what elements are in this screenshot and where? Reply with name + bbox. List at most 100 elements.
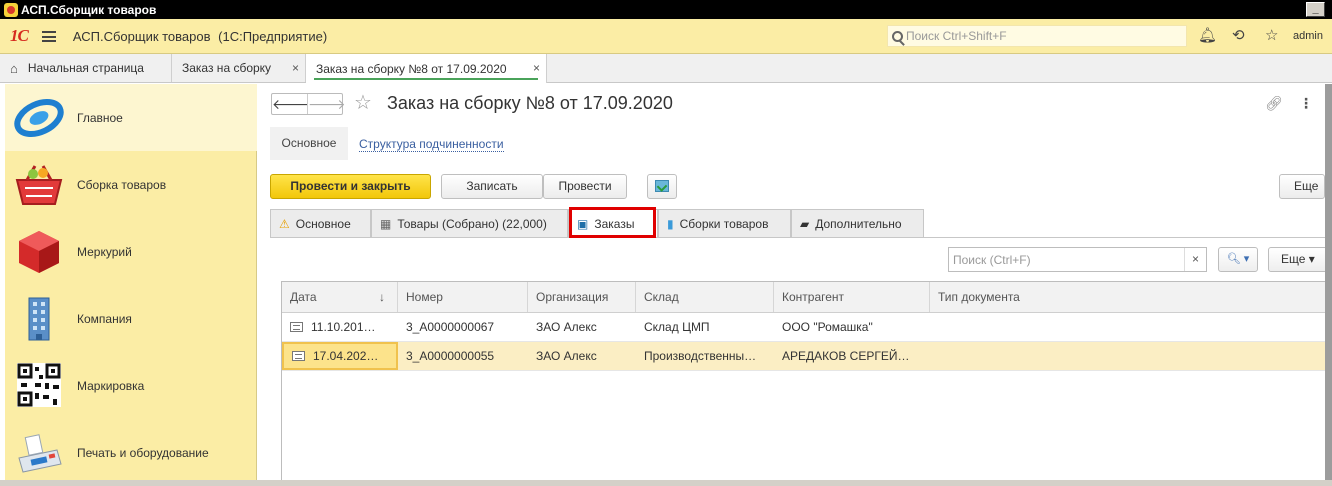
cell-document-type bbox=[930, 342, 1326, 370]
app-header: 1С АСП.Сборщик товаров (1С:Предприятие) … bbox=[0, 19, 1332, 54]
app-title: АСП.Сборщик товаров (1С:Предприятие) bbox=[73, 29, 327, 44]
table-header: Дата ↓ Номер Организация Склад Контраген… bbox=[282, 282, 1326, 313]
cell-counterparty: ООО "Ромашка" bbox=[782, 320, 873, 334]
tab-order-list[interactable]: Заказ на сборку × bbox=[172, 54, 306, 82]
tab-label: Товары (Собрано) (22,000) bbox=[397, 216, 547, 231]
red-cube-icon bbox=[13, 227, 65, 277]
sidebar-item-company[interactable]: Компания bbox=[5, 285, 257, 352]
close-icon[interactable]: × bbox=[292, 61, 299, 75]
home-icon: ⌂ bbox=[10, 60, 18, 76]
tab-orders[interactable]: ▣ Заказы bbox=[568, 209, 658, 238]
cell-date: 17.04.202… bbox=[282, 342, 398, 370]
open-windows-bar: ⌂ Начальная страница Заказ на сборку × З… bbox=[0, 54, 1332, 83]
column-counterparty[interactable]: Контрагент bbox=[774, 282, 930, 312]
page-title: Заказ на сборку №8 от 17.09.2020 bbox=[387, 93, 673, 113]
history-navigation: 🡐 🡒 bbox=[271, 93, 346, 115]
sidebar-item-label: Сборка товаров bbox=[77, 177, 167, 192]
window-title: АСП.Сборщик товаров bbox=[21, 2, 157, 17]
sidebar-item-label: Компания bbox=[77, 311, 132, 326]
list-more-button[interactable]: Еще ▾ bbox=[1268, 247, 1328, 272]
document-icon bbox=[292, 351, 305, 361]
favorites-star-icon[interactable]: ☆ bbox=[1265, 28, 1278, 44]
app-icon bbox=[4, 2, 18, 17]
table-row[interactable]: 11.10.201… 3_А0000000067 ЗАО Алекс Склад… bbox=[282, 313, 1326, 342]
document-icon bbox=[290, 322, 303, 332]
document-form: 🡐 🡒 ☆ Заказ на сборку №8 от 17.09.2020 🔗… bbox=[258, 84, 1328, 486]
clear-search-icon[interactable]: × bbox=[1184, 248, 1206, 271]
sidebar-item-label: Главное bbox=[77, 110, 123, 125]
bell-icon[interactable]: 🔔︎ bbox=[1198, 28, 1217, 44]
global-search-input[interactable]: Поиск Ctrl+Shift+F bbox=[887, 25, 1187, 47]
assembly-icon: ▮ bbox=[667, 216, 674, 231]
global-search-placeholder: Поиск Ctrl+Shift+F bbox=[906, 29, 1007, 43]
sidebar-item-label: Печать и оборудование bbox=[77, 445, 209, 460]
more-button[interactable]: Еще bbox=[1279, 174, 1325, 199]
cash-register-icon bbox=[13, 428, 65, 478]
sidebar-item-label: Меркурий bbox=[77, 244, 132, 259]
more-vertical-icon[interactable]: ⋮ bbox=[1299, 95, 1313, 112]
tab-basic[interactable]: ⚠ Основное bbox=[270, 209, 371, 237]
back-arrow-icon[interactable]: 🡐 bbox=[272, 94, 310, 114]
goods-icon: ▦ bbox=[380, 216, 392, 231]
tab-goods[interactable]: ▦ Товары (Собрано) (22,000) bbox=[371, 209, 568, 237]
tab-order-8-label: Заказ на сборку №8 от 17.09.2020 bbox=[316, 61, 507, 76]
column-number[interactable]: Номер bbox=[398, 282, 528, 312]
list-search-placeholder: Поиск (Ctrl+F) bbox=[953, 253, 1031, 267]
save-button[interactable]: Записать bbox=[441, 174, 543, 199]
subtab-main[interactable]: Основное bbox=[270, 127, 348, 160]
forward-arrow-icon[interactable]: 🡒 bbox=[307, 94, 346, 114]
1c-logo: 1С bbox=[10, 26, 29, 45]
list-more-label: Еще bbox=[1281, 252, 1306, 266]
tab-order-list-label: Заказ на сборку bbox=[182, 61, 272, 75]
main-menu-icon[interactable] bbox=[41, 30, 56, 42]
favorite-star-icon[interactable]: ☆ bbox=[354, 91, 372, 115]
cell-counterparty: АРЕДАКОВ СЕРГЕЙ… bbox=[782, 349, 910, 363]
column-warehouse[interactable]: Склад bbox=[636, 282, 774, 312]
user-name[interactable]: admin bbox=[1293, 30, 1323, 42]
tab-label: Дополнительно bbox=[815, 216, 902, 231]
qr-code-icon bbox=[13, 361, 65, 411]
cell-warehouse: Производственны… bbox=[644, 349, 757, 363]
window-title-bar: АСП.Сборщик товаров _ bbox=[0, 0, 1332, 19]
sidebar-item-mercury[interactable]: Меркурий bbox=[5, 218, 257, 285]
cell-organization: ЗАО Алекс bbox=[536, 349, 597, 363]
close-icon[interactable]: × bbox=[533, 61, 540, 75]
history-icon[interactable]: ⟲ bbox=[1232, 28, 1245, 44]
cell-warehouse: Склад ЦМП bbox=[644, 320, 710, 334]
search-button[interactable]: 🔍︎ ▾ bbox=[1218, 247, 1258, 272]
sidebar-item-assembly[interactable]: Сборка товаров bbox=[5, 151, 257, 218]
cell-number: 3_А0000000067 bbox=[406, 320, 495, 334]
tab-home-page[interactable]: ⌂ Начальная страница bbox=[0, 54, 172, 82]
tab-assemblies[interactable]: ▮ Сборки товаров bbox=[658, 209, 791, 237]
orders-icon: ▣ bbox=[577, 217, 589, 231]
tab-order-8[interactable]: Заказ на сборку №8 от 17.09.2020 × bbox=[306, 54, 547, 83]
cell-date: 11.10.201… bbox=[282, 313, 398, 341]
link-icon[interactable]: 🔗︎ bbox=[1265, 95, 1283, 112]
building-icon bbox=[13, 294, 65, 344]
window-bottom-border bbox=[0, 480, 1332, 486]
cell-document-type bbox=[930, 313, 1326, 341]
post-button[interactable]: Провести bbox=[543, 174, 627, 199]
orders-table: Дата ↓ Номер Организация Склад Контраген… bbox=[281, 281, 1326, 486]
subordination-structure-link[interactable]: Структура подчиненности bbox=[359, 137, 504, 152]
list-search-input[interactable]: Поиск (Ctrl+F) × bbox=[948, 247, 1207, 272]
column-date[interactable]: Дата ↓ bbox=[282, 282, 398, 312]
tab-label: Основное bbox=[295, 216, 351, 231]
sidebar-item-marking[interactable]: Маркировка bbox=[5, 352, 257, 419]
search-icon bbox=[892, 30, 903, 42]
column-document-type[interactable]: Тип документа bbox=[930, 282, 1326, 312]
sort-desc-icon: ↓ bbox=[379, 290, 385, 304]
app-title-name: АСП.Сборщик товаров bbox=[72, 28, 211, 44]
sidebar-item-printing[interactable]: Печать и оборудование bbox=[5, 419, 257, 486]
column-organization[interactable]: Организация bbox=[528, 282, 636, 312]
sections-sidebar: Главное Сборка товаров Меркурий Компания… bbox=[5, 84, 257, 486]
print-button[interactable] bbox=[647, 174, 677, 199]
sidebar-item-main[interactable]: Главное bbox=[5, 84, 257, 151]
tab-divider bbox=[270, 237, 1325, 238]
post-and-close-button[interactable]: Провести и закрыть bbox=[270, 174, 431, 199]
minimize-button[interactable]: _ bbox=[1306, 2, 1325, 17]
tab-additional[interactable]: ▰ Дополнительно bbox=[791, 209, 924, 237]
basket-icon bbox=[13, 160, 65, 210]
table-row-selected[interactable]: 17.04.202… 3_А0000000055 ЗАО Алекс Произ… bbox=[282, 342, 1326, 371]
window-right-border bbox=[1325, 84, 1332, 486]
